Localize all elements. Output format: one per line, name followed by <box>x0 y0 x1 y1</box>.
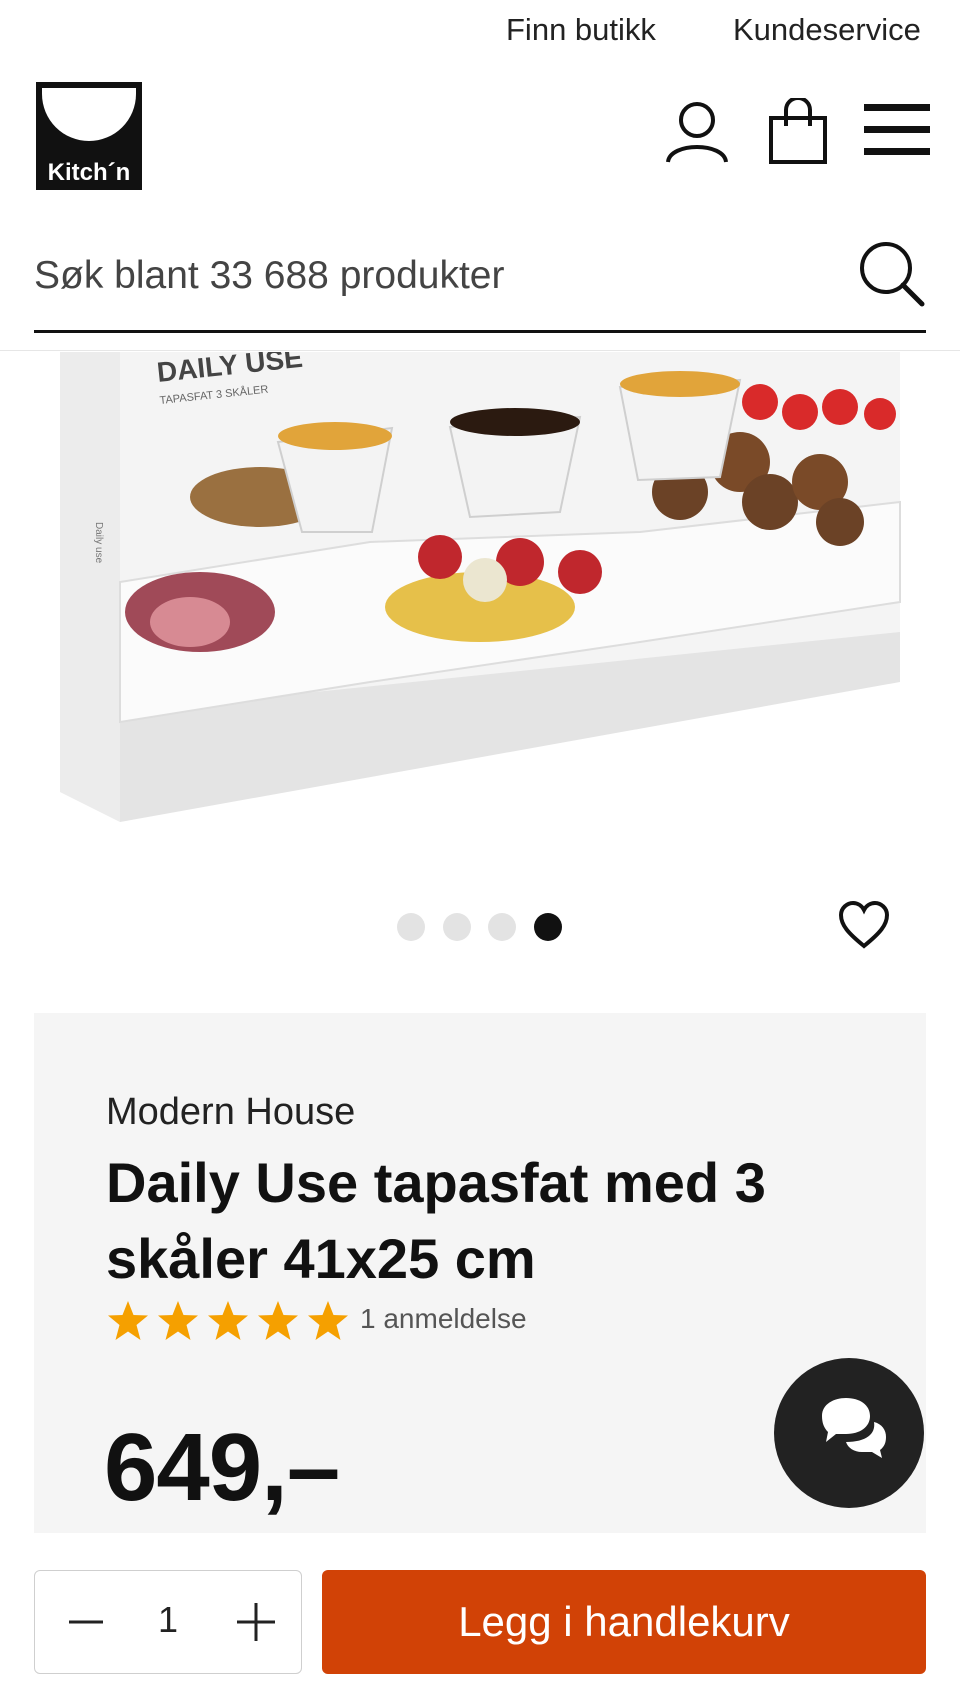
user-icon[interactable] <box>664 100 730 166</box>
carousel-dot[interactable] <box>488 913 516 941</box>
search-bar <box>34 228 926 333</box>
decrease-quantity-button[interactable] <box>61 1597 111 1647</box>
search-input[interactable] <box>34 246 834 306</box>
find-store-link[interactable]: Finn butikk <box>506 12 656 48</box>
product-price: 649,– <box>104 1414 340 1521</box>
search-icon[interactable] <box>856 238 926 308</box>
kitchn-logo[interactable]: Kitch´n <box>36 82 142 190</box>
product-brand[interactable]: Modern House <box>106 1091 355 1134</box>
customer-service-link[interactable]: Kundeservice <box>733 12 921 48</box>
star-icon <box>308 1301 348 1340</box>
chat-bubbles-icon <box>822 1398 886 1458</box>
carousel-dot-active[interactable] <box>534 913 562 941</box>
rating-stars[interactable] <box>106 1299 356 1345</box>
minus-icon <box>69 1620 103 1624</box>
plus-icon <box>237 1603 275 1641</box>
carousel-dot[interactable] <box>443 913 471 941</box>
quantity-stepper: 1 <box>34 1570 302 1674</box>
logo-text: Kitch´n <box>48 159 131 186</box>
box-side-text: Daily use <box>93 522 104 564</box>
add-to-cart-button[interactable]: Legg i handlekurv <box>322 1570 926 1674</box>
star-icon <box>158 1301 198 1340</box>
header-divider <box>0 350 960 351</box>
product-title: Daily Use tapasfat med 3 skåler 41x25 cm <box>106 1151 766 1290</box>
product-image[interactable]: DAILY USE TAPASFAT 3 SKÅLER Daily use <box>40 342 920 842</box>
favorite-heart-icon[interactable] <box>838 900 890 952</box>
carousel-dot[interactable] <box>397 913 425 941</box>
review-count-link[interactable]: 1 anmeldelse <box>360 1303 527 1335</box>
top-bar: Finn butikk Kundeservice <box>0 0 960 62</box>
shopping-bag-icon[interactable] <box>768 96 828 164</box>
increase-quantity-button[interactable] <box>231 1597 281 1647</box>
star-icon <box>208 1301 248 1340</box>
quantity-value[interactable]: 1 <box>143 1599 193 1641</box>
menu-icon[interactable] <box>864 102 930 158</box>
star-icon <box>108 1301 148 1340</box>
site-header: Kitch´n <box>0 62 960 212</box>
star-icon <box>258 1301 298 1340</box>
chat-button[interactable] <box>774 1358 924 1508</box>
carousel-dots <box>0 913 960 943</box>
